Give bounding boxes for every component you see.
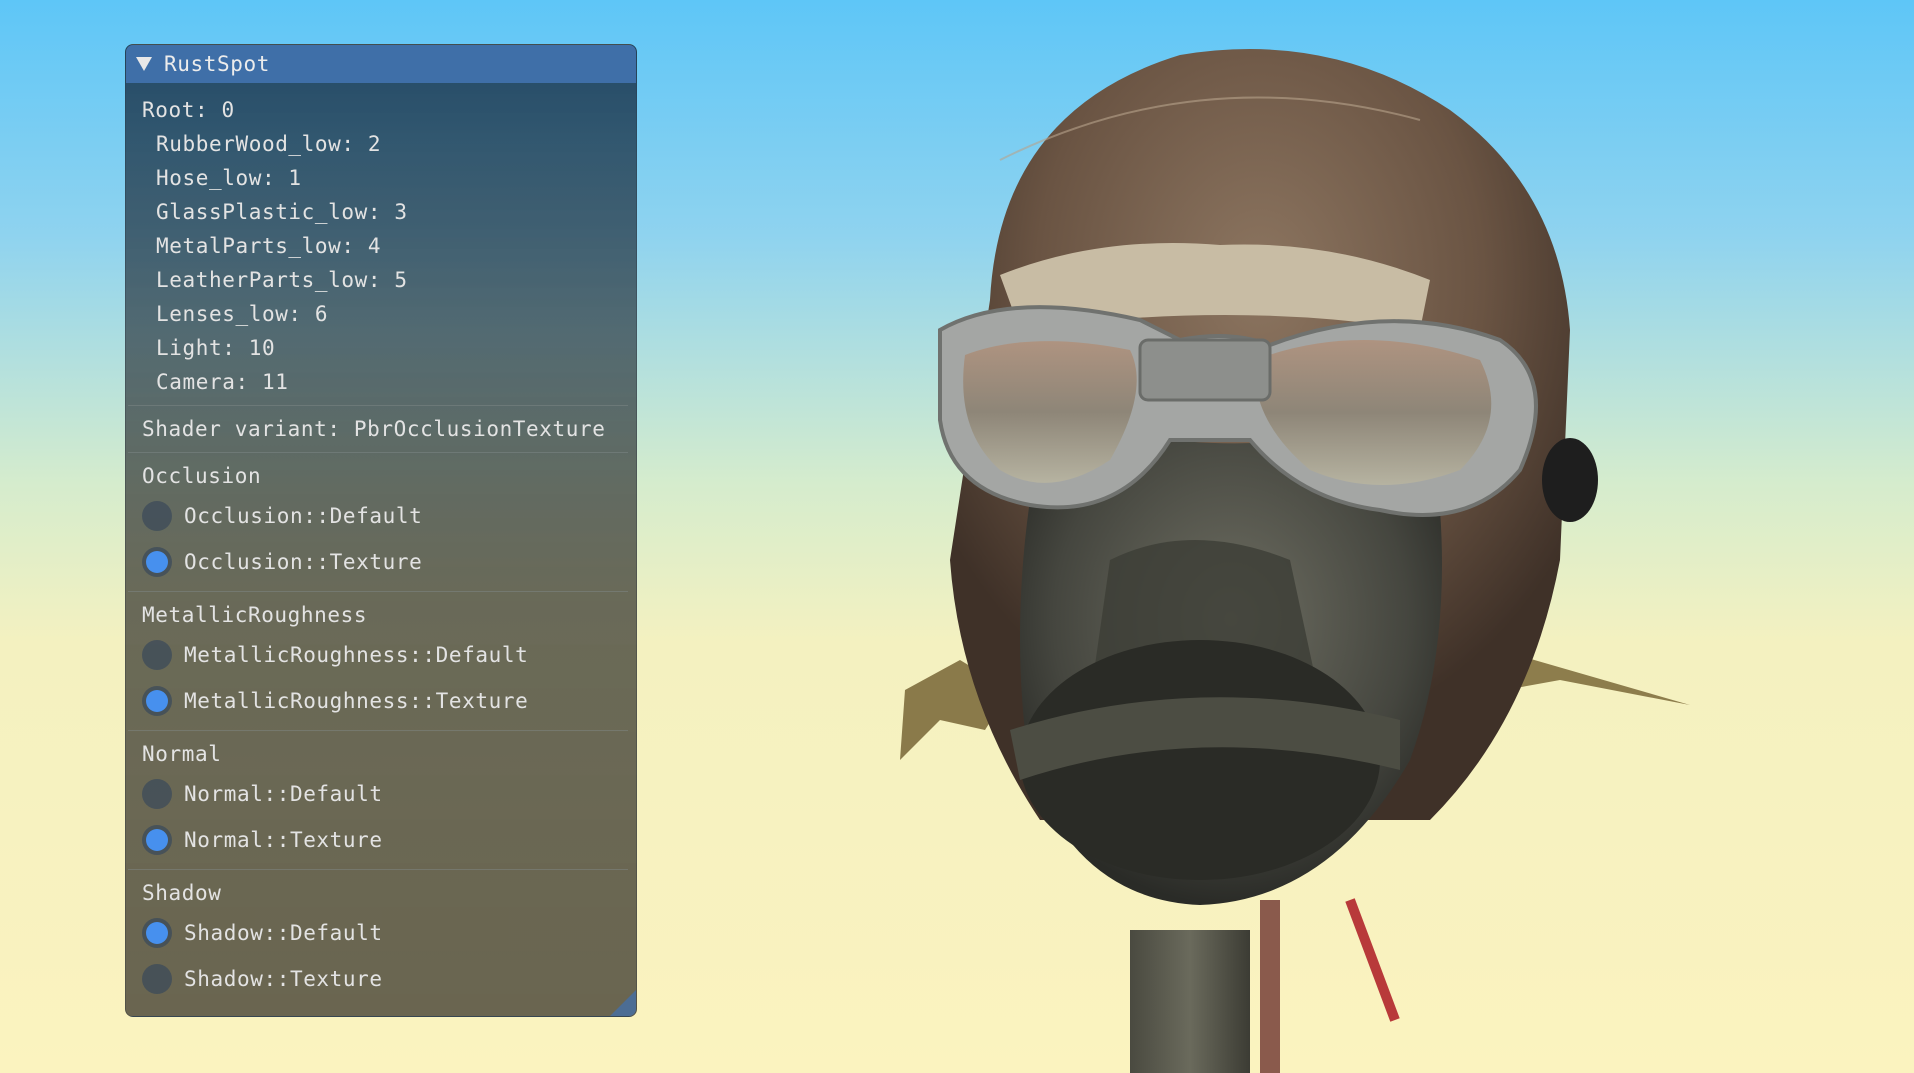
scene-tree-item[interactable]: GlassPlastic_low: 3 xyxy=(142,195,630,229)
scene-tree-item[interactable]: LeatherParts_low: 5 xyxy=(142,263,630,297)
normal-texture-option[interactable]: Normal::Texture xyxy=(142,817,630,863)
occlusion-header: Occlusion xyxy=(142,464,262,488)
scene-tree-item[interactable]: Camera: 11 xyxy=(142,365,630,399)
shadow-texture-option[interactable]: Shadow::Texture xyxy=(142,956,630,1002)
radio-button-icon[interactable] xyxy=(142,686,172,716)
scene-tree-item[interactable]: Lenses_low: 6 xyxy=(142,297,630,331)
window-content: Root: 0 RubberWood_low: 2 Hose_low: 1 Gl… xyxy=(126,93,636,1002)
option-label: Occlusion::Default xyxy=(184,504,423,528)
normal-header: Normal xyxy=(142,742,222,766)
metallic-roughness-header: MetallicRoughness xyxy=(142,603,368,627)
metallic-roughness-texture-option[interactable]: MetallicRoughness::Texture xyxy=(142,678,630,724)
option-label: Normal::Texture xyxy=(184,828,383,852)
radio-button-icon[interactable] xyxy=(142,964,172,994)
separator xyxy=(128,591,628,592)
occlusion-default-option[interactable]: Occlusion::Default xyxy=(142,493,630,539)
collapse-arrow-icon[interactable] xyxy=(136,57,152,71)
resize-grip-icon[interactable] xyxy=(610,990,636,1016)
radio-button-icon[interactable] xyxy=(142,779,172,809)
normal-default-option[interactable]: Normal::Default xyxy=(142,771,630,817)
window-title-bar[interactable]: RustSpot xyxy=(126,45,636,83)
shadow-header: Shadow xyxy=(142,881,222,905)
separator xyxy=(128,730,628,731)
scene-tree-item[interactable]: MetalParts_low: 4 xyxy=(142,229,630,263)
radio-button-icon[interactable] xyxy=(142,825,172,855)
scene-tree-item[interactable]: RubberWood_low: 2 xyxy=(142,127,630,161)
window-title: RustSpot xyxy=(164,52,270,76)
option-label: Shadow::Default xyxy=(184,921,383,945)
radio-button-icon[interactable] xyxy=(142,501,172,531)
shadow-default-option[interactable]: Shadow::Default xyxy=(142,910,630,956)
scene-tree-root[interactable]: Root: 0 xyxy=(142,93,630,127)
radio-button-icon[interactable] xyxy=(142,918,172,948)
option-label: Normal::Default xyxy=(184,782,383,806)
radio-button-icon[interactable] xyxy=(142,640,172,670)
option-label: Occlusion::Texture xyxy=(184,550,423,574)
separator xyxy=(128,869,628,870)
separator xyxy=(128,405,628,406)
inspector-window[interactable]: RustSpot Root: 0 RubberWood_low: 2 Hose_… xyxy=(125,44,637,1017)
option-label: MetallicRoughness::Default xyxy=(184,643,529,667)
option-label: Shadow::Texture xyxy=(184,967,383,991)
metallic-roughness-default-option[interactable]: MetallicRoughness::Default xyxy=(142,632,630,678)
separator xyxy=(128,452,628,453)
radio-button-icon[interactable] xyxy=(142,547,172,577)
scene-tree-item[interactable]: Hose_low: 1 xyxy=(142,161,630,195)
shader-variant-text: Shader variant: PbrOcclusionTexture xyxy=(142,417,606,441)
occlusion-texture-option[interactable]: Occlusion::Texture xyxy=(142,539,630,585)
option-label: MetallicRoughness::Texture xyxy=(184,689,529,713)
scene-tree-item[interactable]: Light: 10 xyxy=(142,331,630,365)
